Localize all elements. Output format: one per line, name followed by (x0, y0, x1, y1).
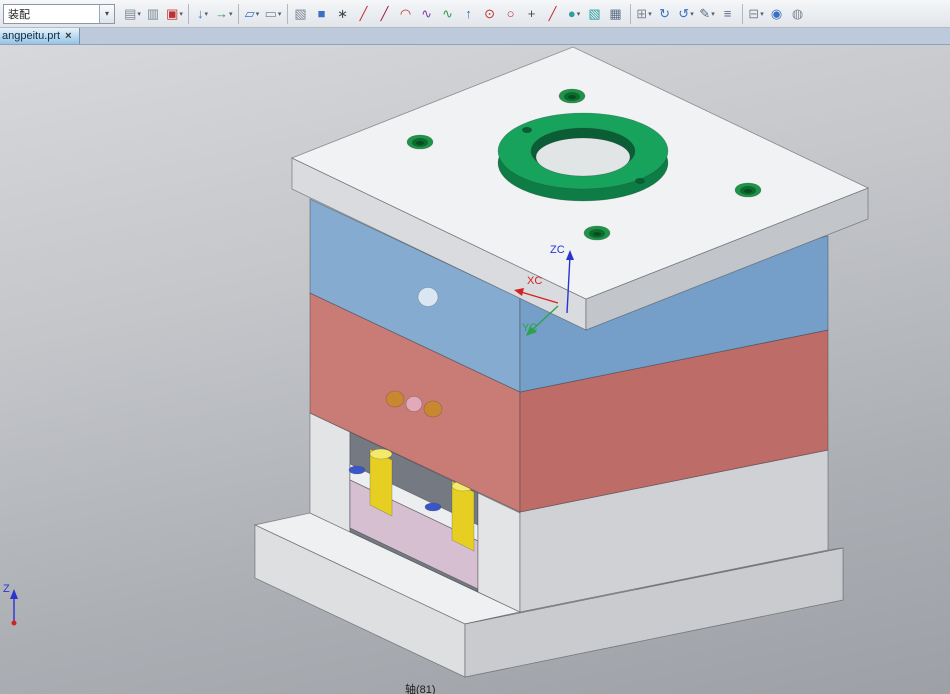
tab-zhuangpeitu-prt[interactable]: angpeitu.prt × (0, 28, 80, 44)
tab-label: angpeitu.prt (2, 30, 61, 42)
view-triad-z-arrowhead (10, 589, 18, 599)
wcs-x-label: XC (527, 275, 542, 287)
assembly-combobox-value: 装配 (8, 8, 30, 21)
cap-screw-4[interactable] (583, 225, 611, 241)
paste-icon[interactable]: ▤ ▾ (122, 3, 143, 25)
b-plate-bushing-1[interactable] (385, 390, 405, 408)
nx-window: 装配 ▾ ▤ ▾ ▥ ▣ ▾ ↓ ▾ → ▾ ▱ ▾ ▭ ▾ ▧ ■ ∗ ╱ ╱ ◠ ∿ ∿… (0, 0, 950, 694)
window-layout-icon[interactable]: ⊞ ▾ (634, 3, 655, 25)
datum-csys-icon[interactable]: ▧ (291, 3, 312, 25)
toolbar-separator (286, 3, 288, 24)
ejector-pin-2-body[interactable] (451, 480, 475, 552)
block-icon[interactable]: ■ (312, 3, 333, 25)
show-hide-icon[interactable]: ◉ (767, 3, 788, 25)
ring-screw-2[interactable] (635, 178, 645, 184)
wcs-y-label: YC (522, 322, 537, 334)
top-toolbar: 装配 ▾ ▤ ▾ ▥ ▣ ▾ ↓ ▾ → ▾ ▱ ▾ ▭ ▾ ▧ ■ ∗ ╱ ╱ ◠ ∿ ∿… (0, 0, 950, 28)
assembly-combobox[interactable]: 装配 ▾ (3, 3, 115, 24)
line-icon[interactable]: ╱ (354, 3, 375, 25)
front-riser-face[interactable] (477, 492, 521, 613)
cap-screw-1[interactable] (406, 134, 434, 150)
cap-screw-2[interactable] (558, 88, 586, 104)
ejector-screw-1[interactable] (348, 465, 366, 475)
left-riser-face[interactable] (309, 412, 351, 533)
wave-link-icon[interactable]: → ▾ (213, 3, 235, 25)
tab-close-icon[interactable]: × (65, 30, 71, 42)
locating-ring-bore[interactable] (535, 137, 631, 177)
studio-spline-icon[interactable]: ∿ (438, 3, 459, 25)
layer-settings-icon[interactable]: ≡ (718, 3, 739, 25)
refresh-view-icon[interactable]: ↻ (655, 3, 676, 25)
promote-body-icon[interactable]: ↓ ▾ (192, 3, 213, 25)
arc-icon[interactable]: ◠ (396, 3, 417, 25)
part-family-icon[interactable]: ▣ ▾ (164, 3, 185, 25)
hole-icon[interactable]: ⊙ (480, 3, 501, 25)
view-triad-origin (11, 620, 17, 626)
combo-dropdown-icon[interactable]: ▾ (99, 4, 114, 23)
edit-object-display-icon[interactable]: ✎ ▾ (697, 3, 718, 25)
pan-view-icon[interactable]: ◍ (788, 3, 809, 25)
copy-icon[interactable]: ▥ (143, 3, 164, 25)
point-icon[interactable]: + (522, 3, 543, 25)
b-plate-bushing-2[interactable] (423, 400, 443, 418)
orbit-view-icon[interactable]: ↺ ▾ (676, 3, 697, 25)
select-rect-icon[interactable]: ▭ ▾ (263, 3, 284, 25)
selection-status-text: 轴(81) (405, 682, 436, 694)
sketch-icon[interactable]: ▱ ▾ (242, 3, 263, 25)
extrude-icon[interactable]: ↑ (459, 3, 480, 25)
view-triad-z-label: Z (3, 583, 10, 595)
cap-screw-3[interactable] (734, 182, 762, 198)
ejector-screw-2[interactable] (424, 502, 442, 512)
model-scene[interactable]: ZC XC YC Z 轴(81) (0, 45, 950, 694)
wcs-z-label: ZC (550, 244, 565, 256)
toolbar-separator (188, 3, 189, 24)
monitor-icon[interactable]: ⊟ ▾ (746, 3, 767, 25)
grid-table-icon[interactable]: ▦ (606, 3, 627, 25)
toolbar-separator (237, 3, 239, 24)
spline-icon[interactable]: ∿ (417, 3, 438, 25)
line2-icon[interactable]: ╱ (543, 3, 564, 25)
tab-bar: angpeitu.prt × (0, 28, 950, 45)
graphics-viewport[interactable]: ZC XC YC Z 轴(81) (0, 45, 950, 694)
profile-line-icon[interactable]: ╱ (375, 3, 396, 25)
toolbar-separator (629, 3, 631, 24)
sphere-icon[interactable]: ● ▾ (564, 3, 585, 25)
shell-icon[interactable]: ▧ (585, 3, 606, 25)
toolbar-separator (741, 3, 743, 24)
circle-icon[interactable]: ○ (501, 3, 522, 25)
point-set-icon[interactable]: ∗ (333, 3, 354, 25)
ring-screw-1[interactable] (522, 127, 532, 133)
a-plate-hole[interactable] (417, 287, 439, 307)
b-plate-center-hole[interactable] (405, 396, 423, 412)
